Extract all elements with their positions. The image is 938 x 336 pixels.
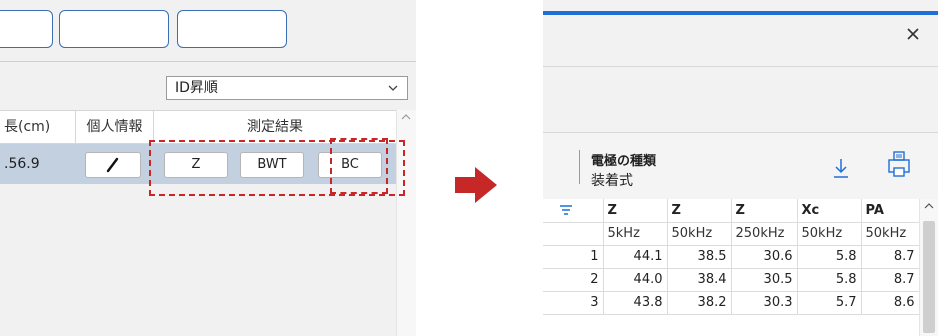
electrode-info-bar: 電極の種類 装着式	[543, 133, 938, 199]
table-cell: 30.3	[731, 291, 798, 315]
right-panel: 電極の種類 装着式 Z Z Z Xc PA 5kHz 50kHz 250kHz …	[543, 0, 938, 336]
table-cell: 8.6	[861, 291, 920, 315]
scroll-up-icon[interactable]	[924, 202, 934, 213]
table-unit-row: 5kHz 50kHz 250kHz 50kHz 50kHz	[543, 222, 920, 246]
column-header[interactable]: PA	[861, 199, 920, 223]
scroll-up-icon[interactable]	[401, 113, 411, 124]
unit-cell: 50kHz	[861, 222, 920, 246]
download-icon[interactable]	[832, 157, 850, 183]
column-header[interactable]: Z	[603, 199, 668, 223]
top-button-1[interactable]	[0, 10, 53, 48]
column-header-height[interactable]: 長(cm)	[0, 111, 76, 144]
sort-select[interactable]: ID昇順	[166, 76, 408, 100]
electrode-type-value: 装着式	[591, 173, 633, 189]
divider	[0, 61, 416, 62]
pencil-icon	[106, 157, 119, 173]
unit-cell: 250kHz	[731, 222, 798, 246]
unit-cell: 50kHz	[667, 222, 732, 246]
electrode-type-label: 電極の種類	[591, 154, 657, 169]
filter-cell[interactable]	[543, 199, 604, 223]
divider	[543, 66, 938, 67]
table-cell: 38.2	[667, 291, 732, 315]
divider	[579, 150, 580, 184]
top-button-3[interactable]	[177, 10, 287, 48]
print-icon[interactable]	[887, 150, 911, 182]
vertical-scrollbar[interactable]	[919, 199, 938, 336]
table-cell: 44.0	[603, 268, 668, 292]
scrollbar-thumb[interactable]	[923, 221, 935, 333]
table-row[interactable]: 3 43.8 38.2 30.3 5.7 8.6	[543, 291, 920, 315]
filter-icon[interactable]	[559, 204, 573, 216]
row-index: 1	[543, 245, 604, 269]
table-cell: 8.7	[861, 245, 920, 269]
highlight-box-print	[330, 138, 388, 194]
table-cell: 38.4	[667, 268, 732, 292]
column-header-personal-info[interactable]: 個人情報	[76, 111, 154, 144]
unit-cell: 50kHz	[797, 222, 862, 246]
table-row[interactable]: 2 44.0 38.4 30.5 5.8 8.7	[543, 268, 920, 292]
height-value: .56.9	[4, 156, 40, 172]
table-header-row: Z Z Z Xc PA	[543, 199, 920, 223]
column-header[interactable]: Xc	[797, 199, 862, 223]
unit-cell: 5kHz	[603, 222, 668, 246]
table-cell: 5.8	[797, 268, 862, 292]
table-cell: 44.1	[603, 245, 668, 269]
table-cell: 43.8	[603, 291, 668, 315]
table-cell: 8.7	[861, 268, 920, 292]
sort-select-value: ID昇順	[175, 80, 218, 96]
column-header[interactable]: Z	[667, 199, 732, 223]
row-index: 3	[543, 291, 604, 315]
table-cell: 38.5	[667, 245, 732, 269]
table-row[interactable]: 1 44.1 38.5 30.6 5.8 8.7	[543, 245, 920, 269]
table-cell: 30.5	[731, 268, 798, 292]
row-index: 2	[543, 268, 604, 292]
table-cell: 30.6	[731, 245, 798, 269]
column-header[interactable]: Z	[731, 199, 798, 223]
table-cell: 5.8	[797, 245, 862, 269]
close-icon[interactable]	[903, 24, 923, 44]
chevron-down-icon	[387, 77, 399, 106]
table-cell	[543, 222, 604, 246]
window-accent-bar	[543, 11, 938, 15]
measurement-table: Z Z Z Xc PA 5kHz 50kHz 250kHz 50kHz 50kH…	[543, 199, 938, 336]
table-cell: 5.7	[797, 291, 862, 315]
edit-personal-info-button[interactable]	[85, 152, 141, 178]
arrow-right-icon	[455, 165, 499, 209]
top-button-2[interactable]	[59, 10, 169, 48]
